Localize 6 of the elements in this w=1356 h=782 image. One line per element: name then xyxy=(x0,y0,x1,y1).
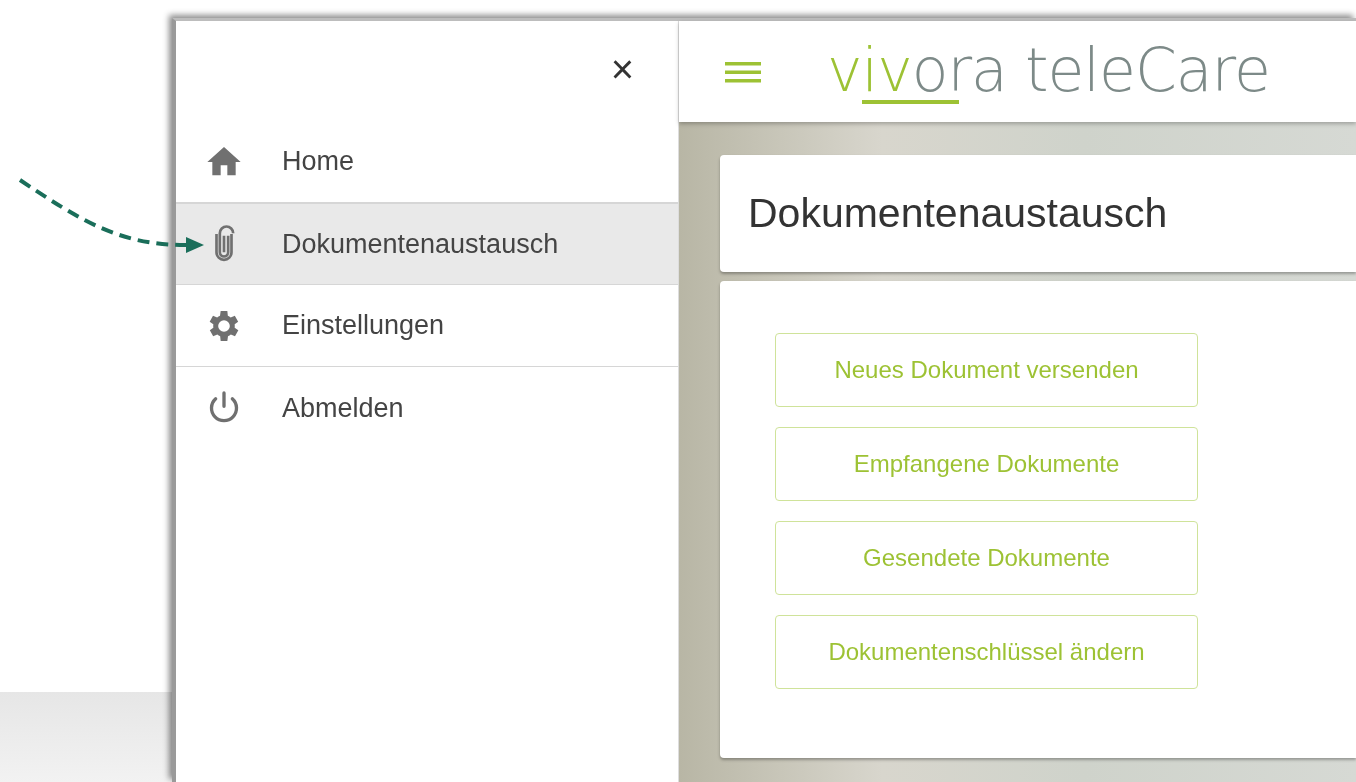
logo: vivora teleCare xyxy=(827,39,1270,104)
menu-item[interactable]: Dokumentenaustausch xyxy=(176,203,678,285)
menu-item[interactable]: Einstellungen xyxy=(176,285,678,367)
menu-item[interactable]: Abmelden xyxy=(176,367,678,449)
page-title: Dokumentenaustausch xyxy=(748,190,1168,237)
close-button[interactable]: × xyxy=(610,49,634,89)
